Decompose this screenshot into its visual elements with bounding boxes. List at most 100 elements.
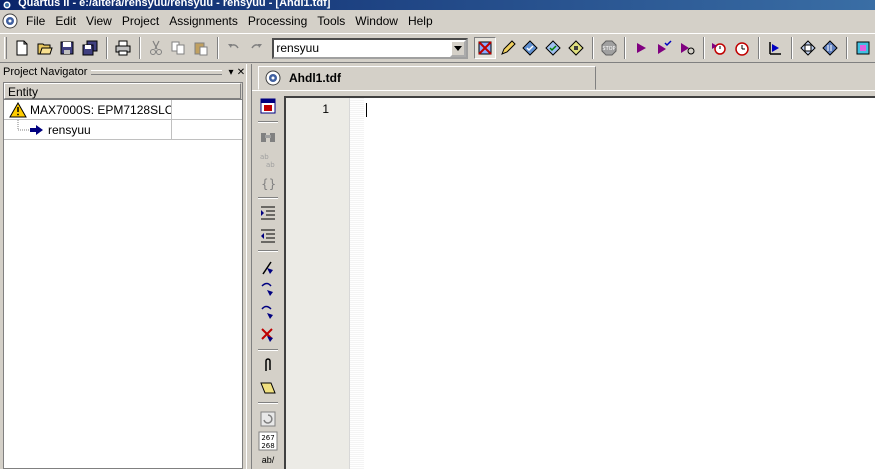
next-bookmark-button[interactable] [257, 279, 279, 300]
paperclip-icon [265, 358, 271, 372]
menu-view[interactable]: View [81, 12, 117, 30]
menu-processing[interactable]: Processing [243, 12, 312, 30]
combo-dropdown-arrow[interactable] [449, 39, 466, 57]
toggle-bookmark-button[interactable] [257, 256, 279, 277]
timing-analyzer-button[interactable] [709, 37, 731, 59]
tab-label: Ahdl1.tdf [289, 71, 341, 85]
cut-button[interactable] [145, 37, 167, 59]
copy-button[interactable] [167, 37, 189, 59]
menu-edit[interactable]: Edit [50, 12, 81, 30]
document-tab-bar: Ahdl1.tdf [252, 66, 875, 92]
unindent-button[interactable] [257, 226, 279, 247]
menu-file[interactable]: File [21, 12, 50, 30]
title-bar: Quartus II - e:/altera/rensyuu/rensyuu -… [0, 0, 875, 10]
block-comment-button[interactable] [257, 378, 279, 399]
report-icon [799, 40, 816, 56]
refresh-button[interactable] [257, 408, 279, 429]
next-bookmark-icon [261, 283, 273, 297]
menu-project[interactable]: Project [117, 12, 164, 30]
stop-button[interactable]: STOP [598, 37, 620, 59]
text-caret [366, 103, 367, 117]
menu-assignments[interactable]: Assignments [164, 12, 243, 30]
fitter-button[interactable] [565, 37, 587, 59]
fitter-diamond-icon [568, 40, 584, 56]
project-hierarchy-combo[interactable]: rensyuu [272, 37, 468, 59]
pencil-icon [500, 40, 516, 55]
programmer-button[interactable] [820, 37, 842, 59]
abc-label: ab/ [261, 455, 275, 466]
check-button[interactable] [542, 37, 564, 59]
panel-grip[interactable] [91, 69, 222, 75]
timing-button[interactable] [731, 37, 753, 59]
pin-icon[interactable]: ▾ [226, 67, 236, 78]
chip-planner-button[interactable] [852, 37, 874, 59]
menu-help[interactable]: Help [403, 12, 438, 30]
close-icon[interactable]: ✕ [236, 67, 246, 78]
bracket-match-button[interactable]: {} [257, 172, 279, 193]
menu-window[interactable]: Window [350, 12, 403, 30]
find-button[interactable] [257, 127, 279, 148]
hierarchy-row-device[interactable]: MAX7000S: EPM7128SLC... [4, 100, 242, 120]
open-folder-icon [37, 43, 53, 55]
new-file-icon [16, 40, 28, 56]
stopwatch-icon [735, 42, 749, 56]
toolbar-separator [216, 37, 219, 59]
braces-icon: {} [261, 177, 276, 191]
redo-button[interactable] [246, 37, 268, 59]
line-number-icon: 267268 [258, 431, 278, 451]
toolbar-separator [702, 37, 705, 59]
save-all-button[interactable] [79, 37, 101, 59]
window-title: Quartus II - e:/altera/rensyuu/rensyuu -… [18, 0, 331, 9]
text-editor[interactable]: 1 [284, 96, 875, 469]
start-timing-button[interactable] [676, 37, 698, 59]
save-button[interactable] [56, 37, 78, 59]
project-hierarchy-value: rensyuu [276, 41, 320, 55]
insert-template-button[interactable] [257, 96, 279, 117]
start-analysis-button[interactable] [653, 37, 675, 59]
line-number-button[interactable]: 267 268 [257, 431, 279, 452]
new-button[interactable] [11, 37, 33, 59]
compilation-report-button[interactable] [797, 37, 819, 59]
counter-bottom-text: 268 [261, 442, 274, 450]
clear-bookmarks-button[interactable] [257, 324, 279, 345]
menu-tools[interactable]: Tools [312, 12, 350, 30]
undo-button[interactable] [223, 37, 245, 59]
entity-arrow-icon [30, 124, 43, 135]
tab-ahdl1[interactable]: Ahdl1.tdf [258, 66, 596, 90]
save-disk-icon [60, 41, 74, 55]
panel-splitter[interactable] [246, 64, 252, 469]
document-system-menu-icon[interactable] [2, 13, 18, 29]
line-number-gutter: 1 [286, 98, 350, 469]
open-button[interactable] [34, 37, 56, 59]
indent-icon [261, 206, 275, 220]
find-replace-button[interactable]: ab ab [257, 149, 279, 170]
svg-text:STOP: STOP [602, 46, 615, 52]
toolbar-separator [624, 37, 627, 59]
device-label: MAX7000S: EPM7128SLC... [30, 102, 172, 117]
play-icon [637, 43, 647, 53]
attach-button[interactable] [257, 355, 279, 376]
abc-button[interactable]: ab/ [257, 454, 279, 467]
play-timing-icon [680, 43, 695, 55]
project-navigator-header: Project Navigator ▾ ✕ [0, 64, 246, 80]
indent-button[interactable] [257, 203, 279, 224]
simulator-button[interactable] [764, 37, 786, 59]
previous-bookmark-button[interactable] [257, 302, 279, 323]
svg-text:{}: {} [261, 177, 276, 191]
entity-column-label: Entity [4, 83, 241, 99]
entity-column-header[interactable]: Entity [4, 83, 242, 100]
svg-text:ab: ab [260, 153, 269, 161]
start-compilation-button[interactable] [630, 37, 652, 59]
edit-pen-button[interactable] [497, 37, 519, 59]
line-number: 1 [322, 102, 329, 116]
toolbar-grip[interactable] [4, 37, 7, 59]
save-all-icon [82, 40, 98, 56]
bookmark-flag-icon [262, 261, 273, 274]
print-button[interactable] [112, 37, 134, 59]
paste-button[interactable] [190, 37, 212, 59]
svg-text:ab: ab [266, 161, 275, 169]
settings-toggle-button[interactable] [473, 37, 496, 59]
copy-icon [171, 41, 185, 55]
hierarchy-row-entity[interactable]: rensyuu [4, 120, 242, 140]
analysis-button[interactable] [519, 37, 541, 59]
